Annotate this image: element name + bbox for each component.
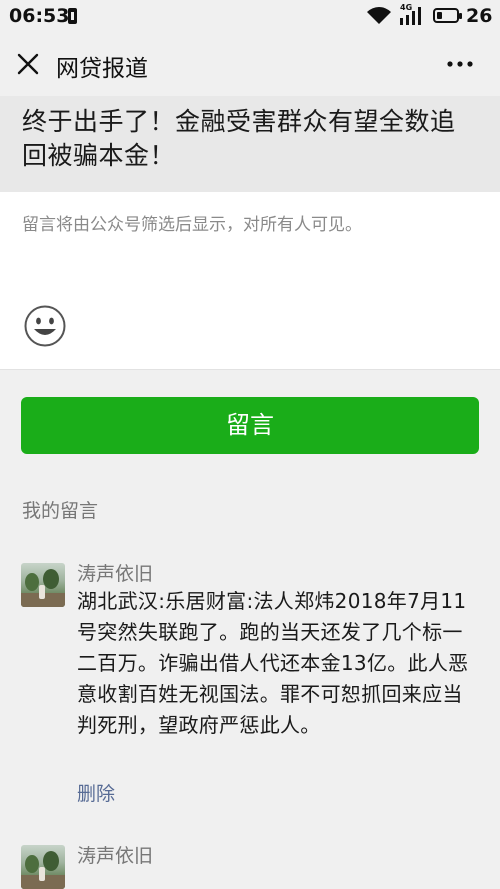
- nav-bar: 网贷报道: [0, 34, 500, 96]
- more-icon[interactable]: [444, 51, 476, 77]
- avatar: [21, 845, 65, 889]
- submit-comment-button[interactable]: 留言: [21, 397, 479, 454]
- wifi-icon: [367, 7, 391, 24]
- my-comments-heading: 我的留言: [22, 500, 99, 522]
- article-header: 终于出手了！金融受害群众有望全数追回被骗本金！: [0, 96, 500, 192]
- close-icon[interactable]: [16, 52, 40, 76]
- emoji-icon[interactable]: [24, 305, 66, 347]
- status-time: 06:53: [9, 5, 70, 27]
- signal-icon: [400, 7, 421, 25]
- delete-comment-link[interactable]: 删除: [77, 779, 115, 806]
- nav-title: 网贷报道: [56, 56, 148, 82]
- comment-text: 湖北武汉:乐居财富:法人郑炜2018年7月11号突然失联跑了。跑的当天还发了几个…: [77, 589, 469, 737]
- status-bar: 06:53 4G 26: [0, 0, 500, 34]
- battery-level: 26: [466, 5, 493, 27]
- avatar: [21, 563, 65, 607]
- comment-author: 涛声依旧: [77, 563, 154, 585]
- comment-author: 涛声依旧: [77, 845, 154, 867]
- comment-input-area[interactable]: 留言将由公众号筛选后显示，对所有人可见。: [0, 192, 500, 370]
- battery-icon: [433, 8, 462, 23]
- article-title: 终于出手了！金融受害群众有望全数追回被骗本金！: [22, 107, 456, 170]
- notification-icon: [68, 8, 77, 24]
- comment-placeholder: 留言将由公众号筛选后显示，对所有人可见。: [22, 215, 362, 235]
